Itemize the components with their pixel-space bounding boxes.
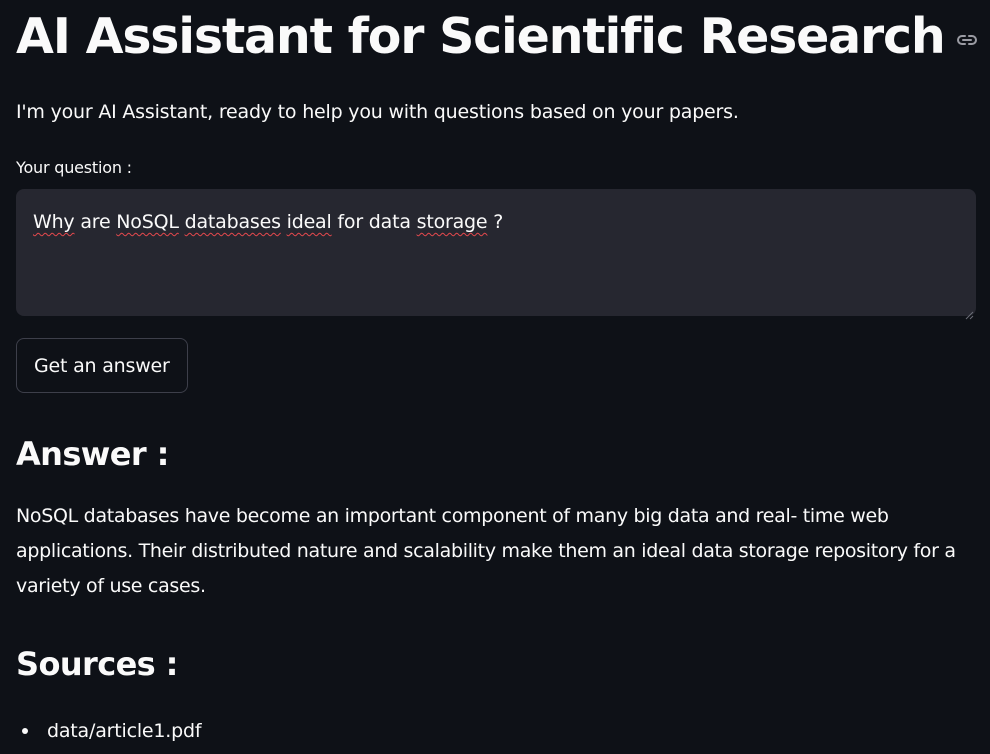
link-icon[interactable] [955,28,979,52]
page-title: AI Assistant for Scientific Research [16,8,946,65]
question-value[interactable]: Why are NoSQL databases ideal for data s… [33,209,503,235]
question-textarea[interactable]: Why are NoSQL databases ideal for data s… [16,189,976,320]
question-label: Your question : [16,158,132,177]
source-item-label: data/article1.pdf [47,720,202,742]
question-word: ? [487,211,504,233]
get-answer-button[interactable]: Get an answer [16,338,188,393]
resize-handle-icon[interactable] [965,305,974,320]
title-row: AI Assistant for Scientific Research [16,6,979,68]
answer-text: NoSQL databases have become an important… [16,505,956,597]
question-word: storage [416,211,488,233]
question-word: Why [33,211,75,233]
source-item: data/article1.pdf [16,716,202,746]
question-word: are [74,211,117,233]
bullet-icon [22,728,28,734]
question-word: for data [331,211,417,233]
question-word: databases [184,211,281,233]
sources-heading: Sources : [16,645,178,683]
intro-text: I'm your AI Assistant, ready to help you… [16,101,739,123]
answer-heading: Answer : [16,435,169,473]
sources-list: data/article1.pdf [16,716,202,746]
question-word: NoSQL [116,211,179,233]
question-word: ideal [286,211,332,233]
